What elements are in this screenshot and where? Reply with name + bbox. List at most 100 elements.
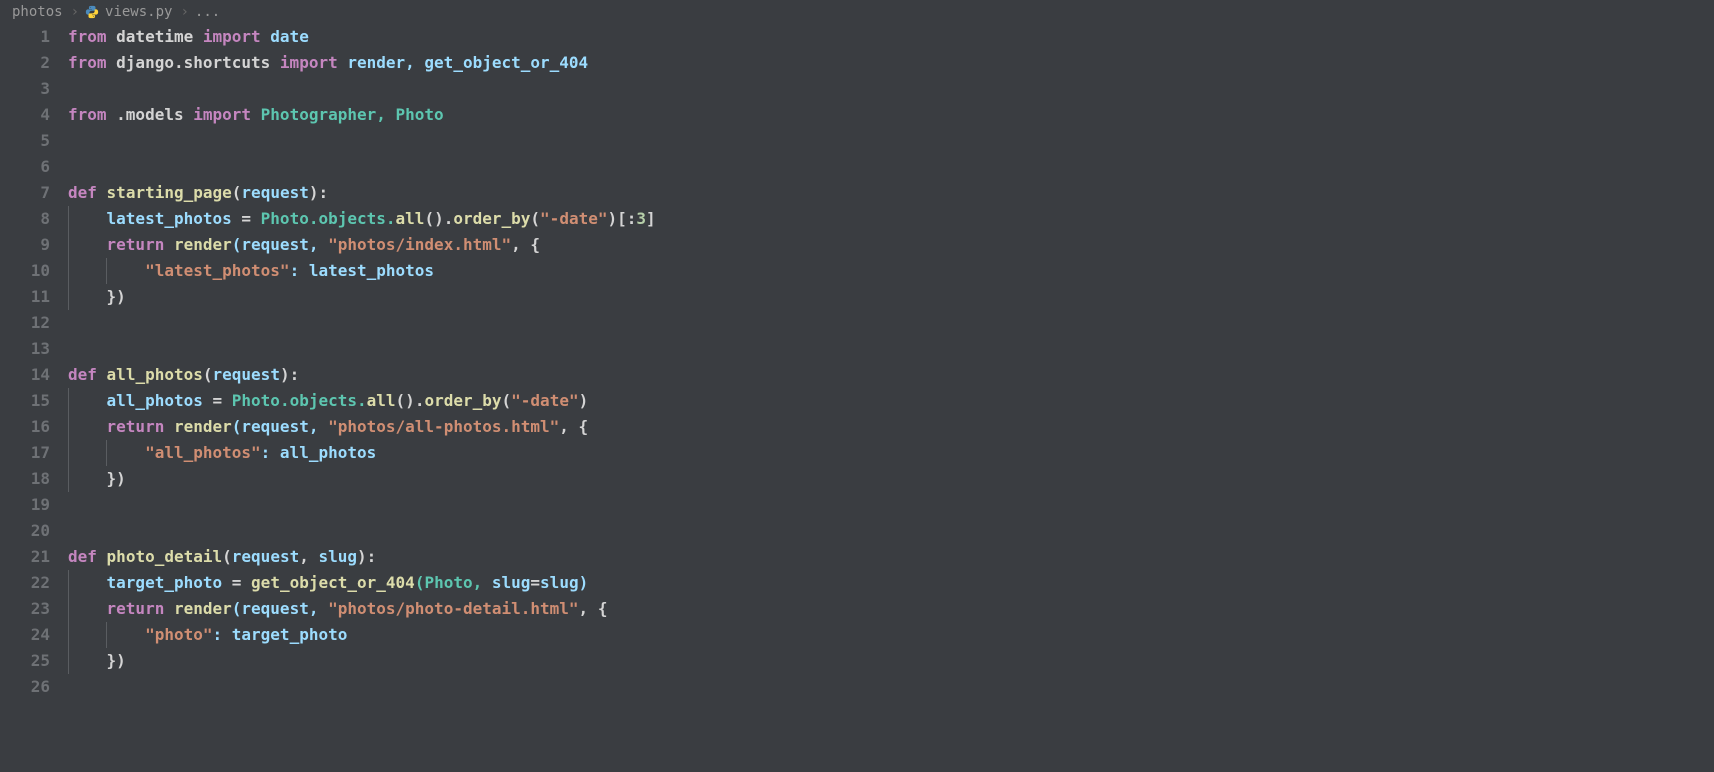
punctuation: , { xyxy=(579,599,608,618)
string: "all_photos" xyxy=(145,443,261,462)
breadcrumb-symbol[interactable]: ... xyxy=(195,4,220,20)
code-line[interactable]: return render(request, "photos/all-photo… xyxy=(68,414,1714,440)
keyword: import xyxy=(203,27,261,46)
line-number: 5 xyxy=(0,128,50,154)
module: .models xyxy=(107,105,194,124)
indent xyxy=(68,235,107,254)
code-editor[interactable]: 1 2 3 4 5 6 7 8 9 10 11 12 13 14 15 16 1… xyxy=(0,24,1714,700)
identifier: date xyxy=(261,27,309,46)
code-line[interactable] xyxy=(68,492,1714,518)
indent xyxy=(68,599,107,618)
line-number: 26 xyxy=(0,674,50,700)
keyword: from xyxy=(68,27,107,46)
line-number: 16 xyxy=(0,414,50,440)
indent-guide xyxy=(68,648,69,674)
operator: = xyxy=(241,209,251,228)
code-line[interactable] xyxy=(68,518,1714,544)
code-line[interactable]: from datetime import date xyxy=(68,24,1714,50)
line-number: 2 xyxy=(0,50,50,76)
expression: (request, xyxy=(232,235,328,254)
python-file-icon xyxy=(85,5,99,19)
code-line[interactable]: "all_photos": all_photos xyxy=(68,440,1714,466)
code-line[interactable]: from django.shortcuts import render, get… xyxy=(68,50,1714,76)
line-number: 9 xyxy=(0,232,50,258)
line-number: 25 xyxy=(0,648,50,674)
breadcrumb[interactable]: photos › views.py › ... xyxy=(0,0,1714,24)
code-line[interactable] xyxy=(68,154,1714,180)
line-number: 6 xyxy=(0,154,50,180)
code-line[interactable]: return render(request, "photos/index.htm… xyxy=(68,232,1714,258)
code-line[interactable] xyxy=(68,674,1714,700)
code-line[interactable]: "latest_photos": latest_photos xyxy=(68,258,1714,284)
expression: : target_photo xyxy=(213,625,348,644)
class-name: Photographer, Photo xyxy=(251,105,444,124)
code-line[interactable]: target_photo = get_object_or_404(Photo, … xyxy=(68,570,1714,596)
indent xyxy=(68,417,107,436)
code-line[interactable] xyxy=(68,76,1714,102)
function: all xyxy=(367,391,396,410)
keyword: return xyxy=(107,417,165,436)
code-line[interactable]: def starting_page(request): xyxy=(68,180,1714,206)
module: datetime xyxy=(107,27,203,46)
chevron-right-icon: › xyxy=(71,4,79,20)
expression: : latest_photos xyxy=(290,261,435,280)
function: render xyxy=(174,235,232,254)
chevron-right-icon: › xyxy=(180,4,188,20)
punctuation: ( xyxy=(222,547,232,566)
indent-guide xyxy=(106,622,107,648)
code-line[interactable] xyxy=(68,128,1714,154)
line-number: 11 xyxy=(0,284,50,310)
breadcrumb-folder[interactable]: photos xyxy=(12,4,63,20)
number: 3 xyxy=(636,209,646,228)
breadcrumb-file[interactable]: views.py xyxy=(105,4,172,20)
code-line[interactable]: def photo_detail(request, slug): xyxy=(68,544,1714,570)
function: order_by xyxy=(453,209,530,228)
function: all xyxy=(396,209,425,228)
line-number: 22 xyxy=(0,570,50,596)
code-line[interactable]: }) xyxy=(68,466,1714,492)
line-number-gutter: 1 2 3 4 5 6 7 8 9 10 11 12 13 14 15 16 1… xyxy=(0,24,68,700)
keyword: def xyxy=(68,365,97,384)
code-line[interactable]: }) xyxy=(68,648,1714,674)
punctuation: }) xyxy=(68,651,126,670)
identifier: target_photo xyxy=(68,573,232,592)
line-number: 15 xyxy=(0,388,50,414)
identifier: all_photos xyxy=(68,391,213,410)
line-number: 21 xyxy=(0,544,50,570)
expression: Photo.objects. xyxy=(251,209,396,228)
parameter: slug xyxy=(318,547,357,566)
line-number: 13 xyxy=(0,336,50,362)
space xyxy=(241,573,251,592)
code-line[interactable] xyxy=(68,336,1714,362)
code-line[interactable]: def all_photos(request): xyxy=(68,362,1714,388)
line-number: 18 xyxy=(0,466,50,492)
code-line[interactable]: "photo": target_photo xyxy=(68,622,1714,648)
keyword: import xyxy=(280,53,338,72)
keyword: def xyxy=(68,183,97,202)
punctuation: ): xyxy=(280,365,299,384)
function-name: photo_detail xyxy=(107,547,223,566)
code-line[interactable]: return render(request, "photos/photo-det… xyxy=(68,596,1714,622)
punctuation: ): xyxy=(357,547,376,566)
function: render xyxy=(174,599,232,618)
line-number: 1 xyxy=(0,24,50,50)
punctuation: ( xyxy=(502,391,512,410)
punctuation: , xyxy=(299,547,318,566)
parameter: request xyxy=(213,365,280,384)
identifier: render, get_object_or_404 xyxy=(338,53,588,72)
code-line[interactable]: from .models import Photographer, Photo xyxy=(68,102,1714,128)
punctuation: ): xyxy=(309,183,328,202)
code-line[interactable]: }) xyxy=(68,284,1714,310)
function: order_by xyxy=(424,391,501,410)
punctuation: ) xyxy=(579,391,589,410)
code-line[interactable]: all_photos = Photo.objects.all().order_b… xyxy=(68,388,1714,414)
punctuation: ( xyxy=(232,183,242,202)
code-content[interactable]: from datetime import date from django.sh… xyxy=(68,24,1714,700)
expression: : all_photos xyxy=(261,443,377,462)
code-line[interactable] xyxy=(68,310,1714,336)
punctuation: ( xyxy=(203,365,213,384)
punctuation: }) xyxy=(68,287,126,306)
code-line[interactable]: latest_photos = Photo.objects.all().orde… xyxy=(68,206,1714,232)
line-number: 4 xyxy=(0,102,50,128)
operator: = xyxy=(213,391,223,410)
